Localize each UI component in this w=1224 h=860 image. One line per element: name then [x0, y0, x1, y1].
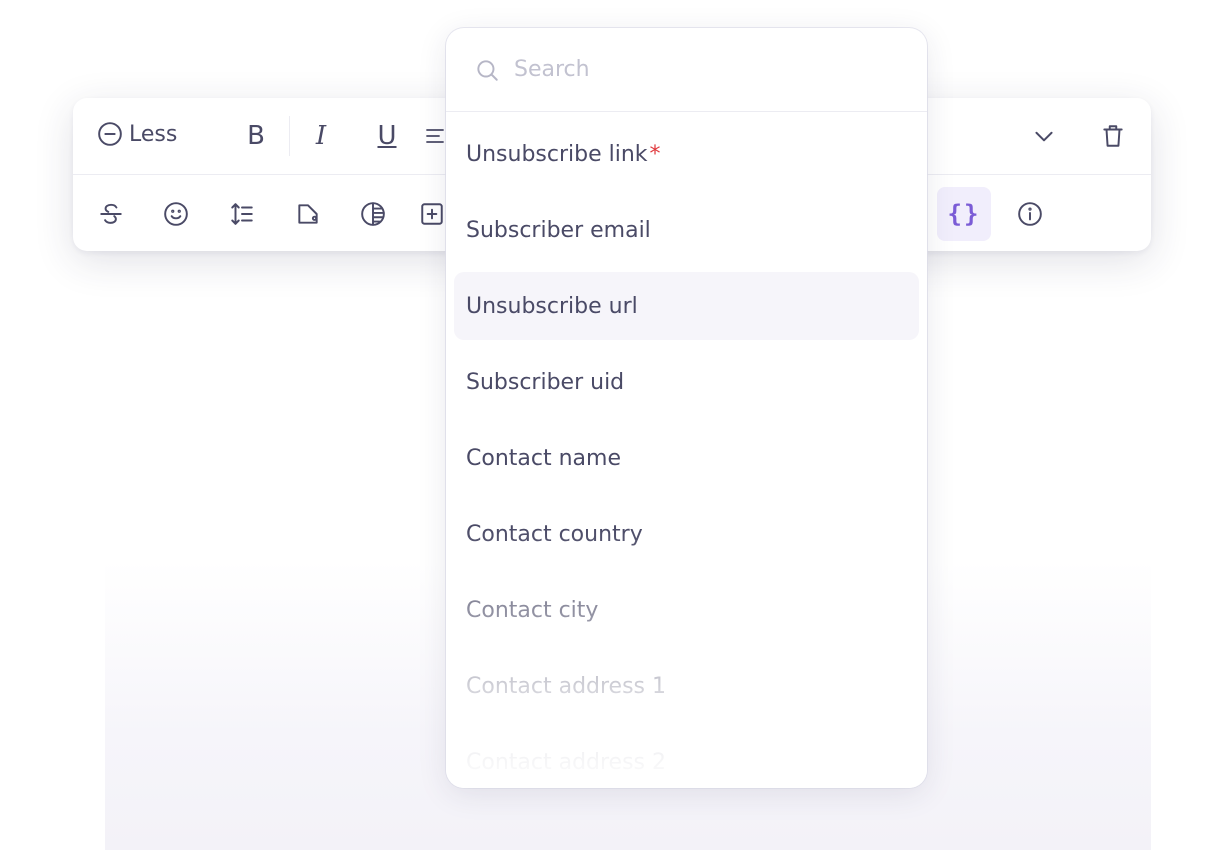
option-contact-address-2[interactable]: Contact address 2	[454, 728, 919, 788]
option-unsubscribe-link[interactable]: Unsubscribe link *	[454, 120, 919, 188]
option-contact-address-1[interactable]: Contact address 1	[454, 652, 919, 720]
contrast-icon	[361, 202, 385, 226]
option-contact-city[interactable]: Contact city	[454, 576, 919, 644]
info-icon	[1018, 202, 1042, 226]
option-label: Subscriber uid	[466, 369, 625, 395]
underline-button[interactable]: U	[365, 114, 409, 158]
merge-tags-button[interactable]: {}	[937, 187, 991, 241]
contrast-button[interactable]	[351, 192, 395, 236]
shape-icon	[298, 204, 318, 224]
line-height-icon	[231, 203, 253, 225]
less-label: Less	[129, 121, 178, 147]
required-mark: *	[649, 141, 661, 167]
option-subscriber-uid[interactable]: Subscriber uid	[454, 348, 919, 416]
option-label: Subscriber email	[466, 217, 651, 243]
less-button[interactable]: Less	[97, 116, 177, 152]
delete-button[interactable]	[1091, 114, 1135, 158]
info-button[interactable]	[1008, 192, 1052, 236]
italic-button[interactable]: I	[299, 114, 343, 158]
option-label: Contact address 2	[466, 749, 667, 775]
minus-circle-icon	[98, 122, 122, 146]
bold-button[interactable]: B	[234, 114, 278, 158]
option-label: Unsubscribe url	[466, 293, 638, 319]
dropdown-search	[446, 28, 927, 112]
option-unsubscribe-url[interactable]: Unsubscribe url	[454, 272, 919, 340]
toolbar-divider	[289, 116, 290, 156]
option-label: Unsubscribe link	[466, 141, 648, 167]
shape-button[interactable]	[286, 192, 330, 236]
search-input[interactable]	[514, 57, 894, 82]
align-button[interactable]	[423, 114, 447, 158]
trash-icon	[1103, 125, 1123, 147]
merge-tags-dropdown: Unsubscribe link* Subscriber email Unsub…	[446, 28, 927, 788]
underline-icon: U	[377, 121, 397, 151]
emoji-icon	[164, 202, 188, 226]
more-button[interactable]	[1022, 114, 1066, 158]
emoji-button[interactable]	[154, 192, 198, 236]
italic-icon: I	[315, 121, 327, 151]
option-contact-name[interactable]: Contact name	[454, 424, 919, 492]
strikethrough-button[interactable]	[89, 192, 133, 236]
chevron-down-icon	[1035, 131, 1053, 142]
search-icon	[477, 59, 498, 81]
option-label: Contact country	[466, 521, 643, 547]
align-icon	[426, 129, 444, 143]
table-button[interactable]	[417, 192, 447, 236]
line-height-button[interactable]	[220, 192, 264, 236]
table-icon	[421, 203, 443, 225]
option-subscriber-email[interactable]: Subscriber email	[454, 196, 919, 264]
option-label: Contact address 1	[466, 673, 667, 699]
option-contact-country[interactable]: Contact country	[454, 500, 919, 568]
strikethrough-icon	[100, 203, 122, 224]
option-label: Contact city	[466, 597, 599, 623]
option-label: Contact name	[466, 445, 621, 471]
merge-tags-list: Unsubscribe link * Subscriber email Unsub…	[446, 112, 927, 788]
merge-tags-icon: {}	[947, 200, 981, 228]
bold-icon: B	[247, 121, 265, 151]
